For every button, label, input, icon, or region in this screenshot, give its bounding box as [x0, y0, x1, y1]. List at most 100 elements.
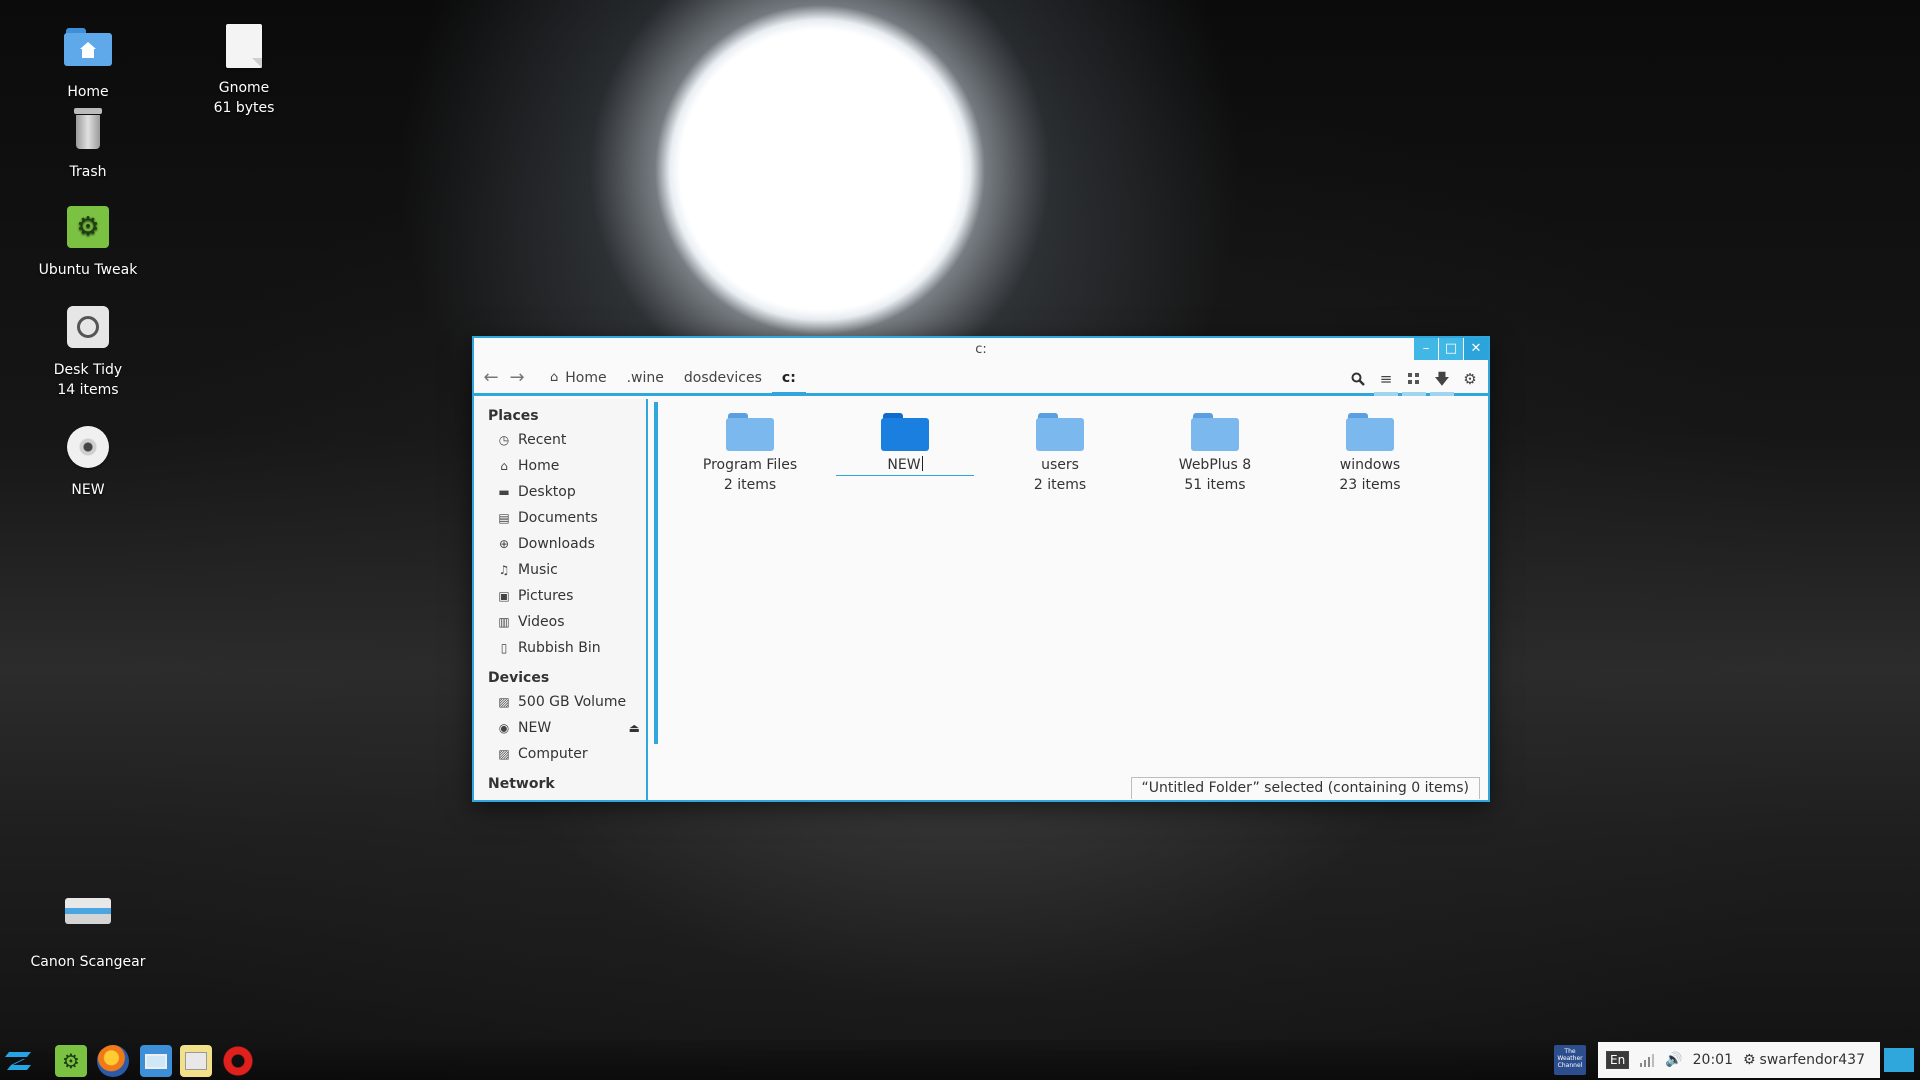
desktop-icon-label: NEW	[71, 482, 105, 498]
folder-icon	[1036, 413, 1084, 451]
keyboard-layout-indicator[interactable]: En	[1606, 1051, 1630, 1069]
status-bar: “Untitled Folder” selected (containing 0…	[1130, 777, 1480, 799]
folder-item-count: 23 items	[1339, 477, 1401, 493]
disc-icon: ◉	[498, 721, 510, 735]
rename-input[interactable]: NEW	[836, 455, 974, 476]
sidebar-item-label: Music	[518, 562, 558, 578]
window-titlebar[interactable]: c: – □ ✕	[474, 338, 1488, 362]
text-caret	[921, 456, 923, 471]
sidebar-item-videos[interactable]: ▥ Videos	[474, 609, 646, 635]
sidebar-item-new-disc[interactable]: ◉ NEW ⏏	[474, 715, 646, 741]
list-view-icon[interactable]: ≡	[1372, 362, 1400, 396]
volume-icon[interactable]: 🔊	[1665, 1052, 1682, 1068]
breadcrumb-c[interactable]: c:	[771, 362, 806, 396]
sidebar-item-label: Recent	[518, 432, 567, 448]
desktop-folder-icon: ▬	[498, 485, 510, 499]
clock[interactable]: 20:01	[1693, 1052, 1733, 1068]
window-title: c:	[975, 342, 987, 357]
sidebar-item-label: Documents	[518, 510, 598, 526]
sidebar-item-label: Downloads	[518, 536, 595, 552]
sidebar-item-rubbish-bin[interactable]: ▯ Rubbish Bin	[474, 635, 646, 661]
back-arrow-icon[interactable]: ←	[478, 367, 504, 388]
display-settings-icon[interactable]	[140, 1045, 172, 1077]
sidebar-item-music[interactable]: ♫ Music	[474, 557, 646, 583]
folder-item-program-files[interactable]: Program Files 2 items	[680, 405, 820, 495]
desktop-icon-label: Ubuntu Tweak	[38, 262, 138, 278]
firefox-icon[interactable]	[97, 1045, 129, 1077]
opera-icon[interactable]	[222, 1045, 254, 1077]
folder-item-new-renaming[interactable]: NEW	[835, 405, 975, 476]
desktop-icon-label: Gnome	[218, 80, 270, 96]
folder-item-users[interactable]: users 2 items	[990, 405, 1130, 495]
folder-item-windows[interactable]: windows 23 items	[1300, 405, 1440, 495]
sidebar-item-home[interactable]: ⌂ Home	[474, 453, 646, 479]
minimize-button[interactable]: –	[1414, 338, 1438, 360]
gear-icon[interactable]: ⚙	[1456, 362, 1484, 393]
breadcrumb-label: dosdevices	[683, 369, 762, 386]
breadcrumb-dosdevices[interactable]: dosdevices	[674, 362, 772, 393]
trash-icon: ▯	[500, 641, 508, 655]
system-tray: En 🔊 20:01 ⚙ swarfendor437	[1598, 1042, 1880, 1078]
file-view[interactable]: Program Files 2 items NEW users 2 items …	[660, 399, 1488, 800]
user-menu[interactable]: ⚙ swarfendor437	[1743, 1052, 1865, 1068]
desktop-icon-canon-scangear[interactable]: Canon Scangear	[13, 886, 163, 972]
eject-icon[interactable]: ⏏	[629, 715, 640, 741]
zorin-menu-icon[interactable]	[4, 1045, 36, 1077]
home-icon: ⌂	[550, 370, 559, 385]
weather-channel-icon[interactable]: The Weather Channel	[1554, 1045, 1586, 1075]
search-icon[interactable]	[1344, 362, 1372, 393]
folder-name: Program Files	[702, 457, 798, 473]
sidebar-item-label: Pictures	[518, 588, 574, 604]
desktop-icon-gnome[interactable]: Gnome 61 bytes	[169, 22, 319, 118]
document-icon: ▤	[498, 511, 510, 525]
show-desktop-button[interactable]	[1884, 1048, 1914, 1072]
sidebar-item-500gb-volume[interactable]: ▨ 500 GB Volume	[474, 689, 646, 715]
folder-item-count: 2 items	[1033, 477, 1087, 493]
desktop-icon-trash[interactable]: Trash	[13, 104, 163, 182]
ubuntu-tweak-icon[interactable]: ⚙	[55, 1045, 87, 1077]
desktop-icon-desk-tidy[interactable]: Desk Tidy 14 items	[13, 304, 163, 400]
folder-name: WebPlus 8	[1178, 457, 1252, 473]
toolbar: ← → ⌂ Home .wine dosdevices c: ≡ 🡇 ⚙	[474, 362, 1488, 396]
sidebar-item-computer[interactable]: ▨ Computer	[474, 741, 646, 767]
folder-item-count: 51 items	[1184, 477, 1246, 493]
maximize-button[interactable]: □	[1439, 338, 1463, 360]
content-scroll-indicator[interactable]	[654, 402, 658, 744]
desktop-icon-new-disc[interactable]: NEW	[13, 424, 163, 500]
desktop-icon-sublabel: 14 items	[57, 382, 119, 398]
desktop-icon-ubuntu-tweak[interactable]: ⚙ Ubuntu Tweak	[13, 204, 163, 280]
folder-item-webplus-8[interactable]: WebPlus 8 51 items	[1145, 405, 1285, 495]
sidebar-item-label: Computer	[518, 746, 588, 762]
desk-tidy-icon	[62, 306, 114, 358]
sidebar-item-pictures[interactable]: ▣ Pictures	[474, 583, 646, 609]
desktop-icon-label: Desk Tidy	[53, 362, 123, 378]
pictures-icon: ▣	[498, 589, 510, 603]
folder-icon	[881, 413, 929, 451]
file-manager-icon[interactable]	[180, 1045, 212, 1077]
download-arrow-icon[interactable]: 🡇	[1428, 362, 1456, 396]
text-file-icon	[218, 24, 270, 76]
network-signal-icon[interactable]	[1639, 1053, 1655, 1067]
folder-icon	[726, 413, 774, 451]
desktop-icon-label: Home	[67, 84, 109, 100]
sidebar-item-downloads[interactable]: ⊕ Downloads	[474, 531, 646, 557]
taskbar: ⚙ The Weather Channel En 🔊 20:01 ⚙ swarf…	[0, 1040, 1920, 1080]
grid-view-icon[interactable]	[1400, 362, 1428, 396]
sidebar-item-label: Rubbish Bin	[518, 640, 601, 656]
file-manager-window[interactable]: c: – □ ✕ ← → ⌂ Home .wine dosdevices c: …	[472, 336, 1490, 802]
forward-arrow-icon[interactable]: →	[504, 367, 530, 388]
sidebar-item-documents[interactable]: ▤ Documents	[474, 505, 646, 531]
desktop-icon-label: Canon Scangear	[30, 954, 146, 970]
trash-icon	[62, 108, 114, 160]
drive-icon: ▨	[498, 695, 510, 709]
sidebar-header-network: Network	[488, 776, 555, 792]
close-button[interactable]: ✕	[1464, 338, 1488, 360]
sidebar-item-desktop[interactable]: ▬ Desktop	[474, 479, 646, 505]
breadcrumb-home[interactable]: ⌂ Home	[540, 362, 617, 393]
clock-icon: ◷	[498, 433, 510, 447]
desktop-icon-home[interactable]: Home	[13, 22, 163, 102]
sidebar-item-recent[interactable]: ◷ Recent	[474, 427, 646, 453]
sidebar-item-label: Desktop	[518, 484, 576, 500]
optical-disc-icon	[62, 426, 114, 478]
breadcrumb-wine[interactable]: .wine	[617, 362, 674, 393]
